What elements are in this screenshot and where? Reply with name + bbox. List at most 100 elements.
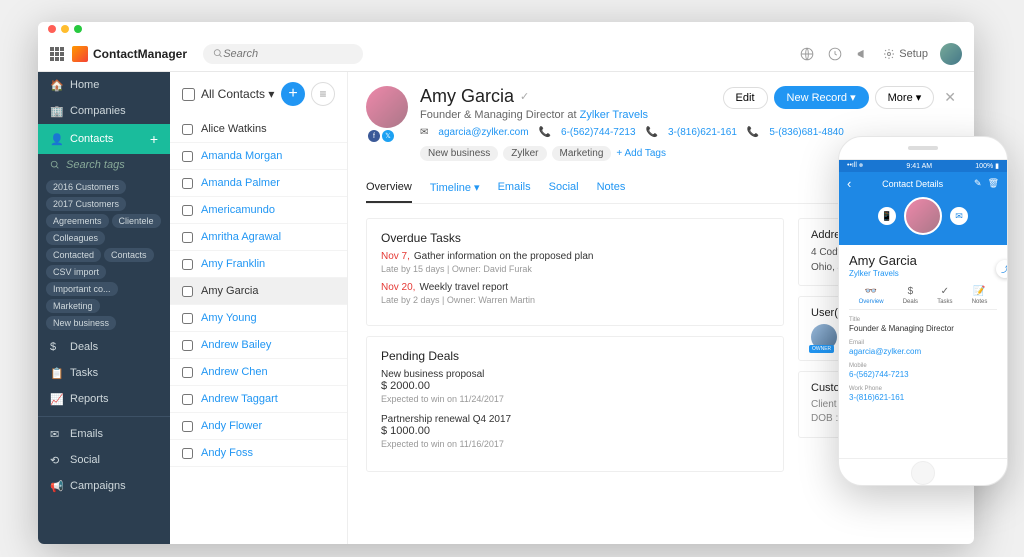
globe-icon[interactable] [799, 46, 815, 62]
company-link[interactable]: Zylker Travels [580, 109, 648, 121]
row-checkbox[interactable] [182, 232, 193, 243]
row-checkbox[interactable] [182, 151, 193, 162]
global-search[interactable] [203, 44, 363, 64]
row-checkbox[interactable] [182, 340, 193, 351]
sidebar-item-contacts[interactable]: 👤Contacts+ [38, 124, 170, 154]
new-record-button[interactable]: New Record ▾ [774, 86, 869, 109]
field-value[interactable]: 6-(562)744-7213 [849, 370, 997, 379]
sidebar-tag[interactable]: Colleagues [46, 231, 105, 245]
contact-row[interactable]: Andrew Bailey [170, 332, 347, 359]
contact-row[interactable]: Amy Garcia [170, 278, 347, 305]
tab-overview[interactable]: Overview [366, 181, 412, 203]
contact-row[interactable]: Alice Watkins [170, 116, 347, 143]
phone-tab-notes[interactable]: 📝Notes [972, 286, 988, 305]
row-checkbox[interactable] [182, 124, 193, 135]
phone-link[interactable]: 3-(816)621-161 [668, 127, 737, 138]
select-all-checkbox[interactable] [182, 88, 195, 101]
row-checkbox[interactable] [182, 286, 193, 297]
add-tags-link[interactable]: + Add Tags [616, 148, 666, 159]
contact-row[interactable]: Andrew Chen [170, 359, 347, 386]
phone-action-icon[interactable]: 📱 [878, 207, 896, 225]
sidebar-tag[interactable]: 2017 Customers [46, 197, 126, 211]
tab-social[interactable]: Social [549, 181, 579, 203]
contact-row[interactable]: Amy Young [170, 305, 347, 332]
phone-company-link[interactable]: Zylker Travels [849, 269, 997, 278]
sidebar-item-companies[interactable]: 🏢Companies [38, 98, 170, 124]
edit-icon[interactable]: ✎ [974, 178, 982, 189]
sidebar-tag[interactable]: Contacted [46, 248, 101, 262]
task-item[interactable]: Nov 20,Weekly travel report [381, 282, 769, 293]
contact-row[interactable]: Amritha Agrawal [170, 224, 347, 251]
list-title[interactable]: All Contacts ▾ [201, 87, 274, 101]
contact-tag[interactable]: Zylker [503, 146, 546, 161]
sidebar-item-reports[interactable]: 📈Reports [38, 386, 170, 412]
task-item[interactable]: Nov 7,Gather information on the proposed… [381, 251, 769, 262]
row-checkbox[interactable] [182, 367, 193, 378]
close-dot[interactable] [48, 25, 56, 33]
more-button[interactable]: More ▾ [875, 86, 935, 109]
search-input[interactable] [223, 48, 353, 60]
home-button[interactable] [911, 461, 935, 485]
contact-row[interactable]: Andy Flower [170, 413, 347, 440]
delete-icon[interactable]: 🗑 [988, 178, 999, 189]
row-checkbox[interactable] [182, 421, 193, 432]
sidebar-item-social[interactable]: ⟲Social [38, 447, 170, 473]
clock-icon[interactable] [827, 46, 843, 62]
contact-row[interactable]: Andrew Taggart [170, 386, 347, 413]
email-action-icon[interactable]: ✉ [950, 207, 968, 225]
row-checkbox[interactable] [182, 394, 193, 405]
row-checkbox[interactable] [182, 313, 193, 324]
edit-button[interactable]: Edit [723, 87, 768, 109]
phone-link[interactable]: 6-(562)744-7213 [561, 127, 636, 138]
sidebar-item-emails[interactable]: ✉Emails [38, 421, 170, 447]
sidebar-tag[interactable]: Clientele [112, 214, 161, 228]
sidebar-tag[interactable]: CSV import [46, 265, 106, 279]
apps-grid-icon[interactable] [50, 47, 64, 61]
sidebar-tag[interactable]: Agreements [46, 214, 109, 228]
tab-emails[interactable]: Emails [498, 181, 531, 203]
sidebar-tag-search[interactable]: Search tags [38, 154, 170, 176]
contact-row[interactable]: Andy Foss [170, 440, 347, 467]
field-value[interactable]: 3-(816)621-161 [849, 393, 997, 402]
sidebar-tag[interactable]: 2016 Customers [46, 180, 126, 194]
add-button[interactable]: + [281, 82, 305, 106]
row-checkbox[interactable] [182, 259, 193, 270]
phone-tab-deals[interactable]: $Deals [903, 286, 918, 305]
row-checkbox[interactable] [182, 205, 193, 216]
sidebar-item-home[interactable]: 🏠Home [38, 72, 170, 98]
contact-row[interactable]: Amanda Morgan [170, 143, 347, 170]
contact-tag[interactable]: Marketing [552, 146, 612, 161]
facebook-icon[interactable]: f [368, 130, 380, 142]
contact-row[interactable]: Amy Franklin [170, 251, 347, 278]
phone-tab-overview[interactable]: 👓Overview [859, 286, 884, 305]
contact-row[interactable]: Americamundo [170, 197, 347, 224]
deal-title[interactable]: New business proposal [381, 369, 769, 380]
setup-button[interactable]: Setup [883, 48, 928, 60]
maximize-dot[interactable] [74, 25, 82, 33]
sidebar-tag[interactable]: Marketing [46, 299, 100, 313]
minimize-dot[interactable] [61, 25, 69, 33]
deal-title[interactable]: Partnership renewal Q4 2017 [381, 414, 769, 425]
field-value[interactable]: agarcia@zylker.com [849, 347, 997, 356]
owner-avatar[interactable]: OWNER [811, 324, 837, 350]
sidebar-tag[interactable]: Important co... [46, 282, 118, 296]
close-icon[interactable]: ✕ [944, 89, 956, 106]
twitter-icon[interactable]: 𝕏 [382, 130, 394, 142]
tab-timeline[interactable]: Timeline ▾ [430, 181, 480, 203]
user-avatar[interactable] [940, 43, 962, 65]
sidebar-item-campaigns[interactable]: 📢Campaigns [38, 473, 170, 499]
phone-tab-tasks[interactable]: ✓Tasks [937, 286, 952, 305]
tab-notes[interactable]: Notes [597, 181, 626, 203]
add-contact-icon[interactable]: + [150, 131, 158, 147]
sidebar-tag[interactable]: New business [46, 316, 116, 330]
row-checkbox[interactable] [182, 178, 193, 189]
contact-row[interactable]: Amanda Palmer [170, 170, 347, 197]
contact-tag[interactable]: New business [420, 146, 498, 161]
sidebar-item-deals[interactable]: $Deals [38, 334, 170, 360]
email-link[interactable]: agarcia@zylker.com [438, 127, 528, 138]
share-fab-icon[interactable]: ⤴ [996, 260, 1007, 278]
phone-link[interactable]: 5-(836)681-4840 [769, 127, 844, 138]
sidebar-tag[interactable]: Contacts [104, 248, 154, 262]
announce-icon[interactable] [855, 46, 871, 62]
more-menu-button[interactable]: ≡ [311, 82, 335, 106]
